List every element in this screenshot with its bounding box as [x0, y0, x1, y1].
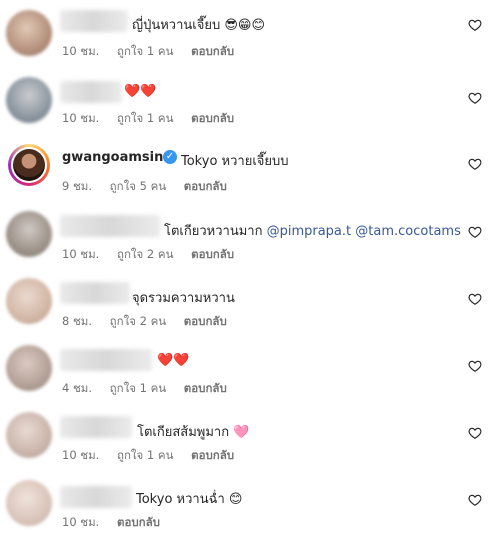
comment-text-line: โตเกียวหวานมาก @pimprapa.t @tam.cocotams [164, 220, 461, 241]
comment-text: ญี่ปุ่นหวานเจี๊ยบ 😎😁😊 [132, 18, 265, 33]
comment-time: 10 ชม. [62, 111, 100, 125]
comment-time: 10 ชม. [62, 247, 100, 261]
comment-time: 4 ชม. [62, 381, 93, 395]
comment-text: โตเกียวหวานมาก [164, 224, 263, 239]
blurred-username[interactable] [60, 10, 128, 32]
reply-button[interactable]: ตอบกลับ [191, 448, 234, 462]
comment-item: ❤️❤️ 10 ชม. ถูกใจ 1 คน ตอบกลับ [0, 75, 494, 142]
reply-button[interactable]: ตอบกลับ [191, 247, 234, 261]
reply-button[interactable]: ตอบกลับ [191, 111, 234, 125]
comment-text: Tokyo หวานฉ่ำ 😊 [136, 492, 243, 507]
comment-item: จุดรวมความหวาน 8 ชม. ถูกใจ 2 คน ตอบกลับ [0, 278, 494, 345]
heart-outline-icon[interactable] [468, 292, 482, 306]
comment-meta: 10 ชม. ถูกใจ 1 คน ตอบกลับ [62, 447, 248, 465]
like-count[interactable]: ถูกใจ 1 คน [110, 381, 166, 395]
heart-outline-icon[interactable] [468, 225, 482, 239]
comment-text: ❤️❤️ [157, 353, 190, 368]
comment-item: gwangoamsinn ✓ Tokyo หวายเจี๊ยบบ 9 ชม. ถ… [0, 144, 494, 211]
heart-outline-icon[interactable] [468, 18, 482, 32]
like-count[interactable]: ถูกใจ 2 คน [110, 314, 166, 328]
blurred-username[interactable] [60, 349, 152, 371]
comment-item: โตเกียวหวานมาก @pimprapa.t @tam.cocotams… [0, 211, 494, 278]
comment-meta: 10 ชม. ตอบกลับ [62, 514, 174, 532]
comment-text: จุดรวมความหวาน [132, 291, 235, 306]
heart-outline-icon[interactable] [468, 91, 482, 105]
heart-outline-icon[interactable] [468, 157, 482, 171]
comment-text: ❤️❤️ [124, 84, 157, 99]
comment-item: ญี่ปุ่นหวานเจี๊ยบ 😎😁😊 10 ชม. ถูกใจ 1 คน … [0, 8, 494, 75]
verified-badge-icon: ✓ [163, 150, 177, 164]
username[interactable]: gwangoamsinn [62, 150, 173, 165]
comment-item: ❤️❤️ 4 ชม. ถูกใจ 1 คน ตอบกลับ [0, 345, 494, 412]
avatar[interactable] [6, 412, 52, 458]
avatar[interactable] [8, 144, 50, 186]
comment-meta: 9 ชม. ถูกใจ 5 คน ตอบกลับ [62, 178, 241, 196]
comment-time: 10 ชม. [62, 44, 100, 58]
like-count[interactable]: ถูกใจ 1 คน [117, 111, 173, 125]
reply-button[interactable]: ตอบกลับ [191, 44, 234, 58]
blurred-username[interactable] [60, 215, 160, 237]
reply-button[interactable]: ตอบกลับ [184, 381, 227, 395]
heart-outline-icon[interactable] [468, 359, 482, 373]
avatar[interactable] [6, 211, 52, 257]
avatar-photo [13, 149, 45, 181]
heart-outline-icon[interactable] [468, 426, 482, 440]
comment-meta: 10 ชม. ถูกใจ 1 คน ตอบกลับ [62, 110, 248, 128]
comment-meta: 10 ชม. ถูกใจ 2 คน ตอบกลับ [62, 246, 248, 264]
like-count[interactable]: ถูกใจ 1 คน [117, 448, 173, 462]
comment-meta: 10 ชม. ถูกใจ 1 คน ตอบกลับ [62, 43, 248, 61]
blurred-username[interactable] [60, 282, 130, 304]
comment-time: 8 ชม. [62, 314, 93, 328]
avatar[interactable] [6, 345, 52, 391]
mention-link[interactable]: @tam.cocotams [355, 224, 461, 239]
like-count[interactable]: ถูกใจ 5 คน [110, 179, 166, 193]
like-count[interactable]: ถูกใจ 1 คน [117, 44, 173, 58]
comment-time: 10 ชม. [62, 448, 100, 462]
reply-button[interactable]: ตอบกลับ [184, 179, 227, 193]
comment-meta: 8 ชม. ถูกใจ 2 คน ตอบกลับ [62, 313, 241, 331]
avatar[interactable] [6, 278, 52, 324]
comment-item: โตเกียสส้มพูมาก 🩷 10 ชม. ถูกใจ 1 คน ตอบก… [0, 412, 494, 479]
like-count[interactable]: ถูกใจ 2 คน [117, 247, 173, 261]
avatar[interactable] [6, 480, 52, 526]
avatar[interactable] [6, 10, 52, 56]
mention-link[interactable]: @pimprapa.t [267, 224, 352, 239]
avatar[interactable] [6, 77, 52, 123]
blurred-username[interactable] [60, 416, 132, 438]
blurred-username[interactable] [60, 81, 122, 103]
reply-button[interactable]: ตอบกลับ [117, 515, 160, 529]
comment-time: 9 ชม. [62, 179, 93, 193]
comment-text: โตเกียสส้มพูมาก 🩷 [137, 425, 250, 440]
heart-outline-icon[interactable] [468, 493, 482, 507]
comment-meta: 4 ชม. ถูกใจ 1 คน ตอบกลับ [62, 380, 241, 398]
comment-time: 10 ชม. [62, 515, 100, 529]
comment-text: Tokyo หวายเจี๊ยบบ [181, 154, 289, 169]
blurred-username[interactable] [60, 486, 132, 508]
reply-button[interactable]: ตอบกลับ [184, 314, 227, 328]
